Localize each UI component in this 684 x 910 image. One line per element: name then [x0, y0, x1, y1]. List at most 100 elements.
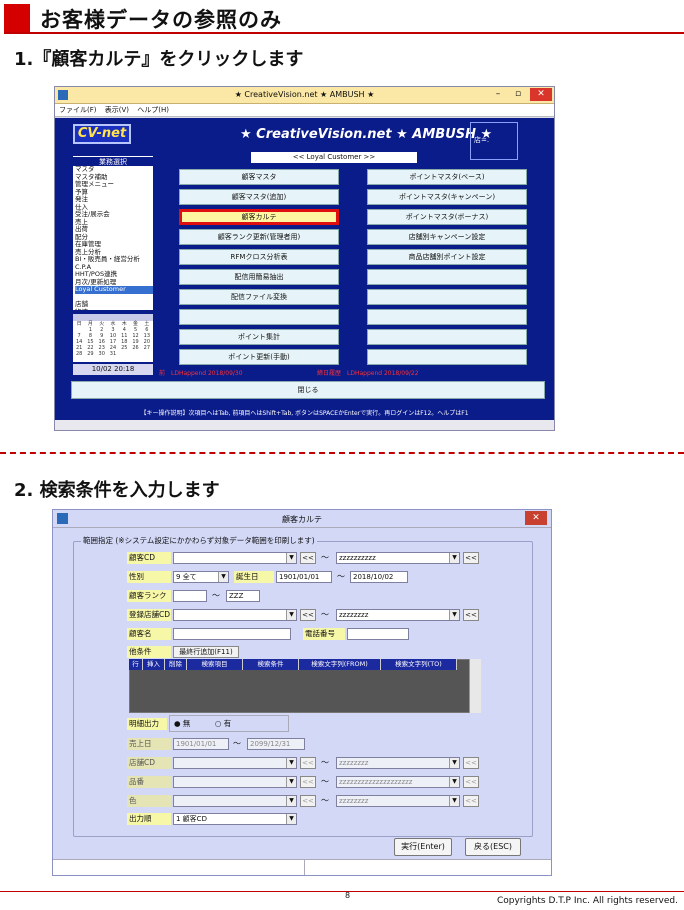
menu-button[interactable]: 店舗別キャンペーン設定 — [367, 229, 527, 245]
chevron-down-icon[interactable]: ▼ — [286, 814, 296, 824]
output-order-select[interactable]: 1 顧客CD — [173, 813, 297, 825]
side-menu-item[interactable]: Loyal Customer — [75, 285, 153, 294]
menu-button[interactable]: 顧客マスタ — [179, 169, 339, 185]
item-no-to-copy-button[interactable]: << — [463, 776, 479, 788]
menu-button[interactable]: 配信用簡易抽出 — [179, 269, 339, 285]
color-to[interactable]: zzzzzzzz — [336, 795, 460, 807]
store-cd-to-copy-button[interactable]: << — [463, 757, 479, 769]
reg-store-from[interactable] — [173, 609, 297, 621]
item-no-from[interactable] — [173, 776, 297, 788]
customer-chart-button[interactable]: 顧客カルテ — [179, 209, 339, 225]
calendar-day[interactable]: 29 — [85, 352, 95, 357]
customer-name-label: 顧客名 — [127, 628, 171, 640]
calendar-day[interactable] — [142, 352, 152, 357]
close-icon[interactable]: ✕ — [530, 88, 552, 101]
menu-button[interactable] — [367, 329, 527, 345]
menu-button[interactable]: 顧客マスタ(追加) — [179, 189, 339, 205]
menu-button[interactable]: ポイントマスタ(ボーナス) — [367, 209, 527, 225]
chevron-down-icon[interactable]: ▼ — [449, 553, 459, 563]
calendar-day[interactable] — [130, 352, 140, 357]
menu-button[interactable] — [179, 309, 339, 325]
calendar-day[interactable]: 27 — [142, 346, 152, 351]
reg-store-copy-button[interactable]: << — [300, 609, 316, 621]
customer-cd-to-copy-button[interactable]: << — [463, 552, 479, 564]
calendar-day[interactable] — [119, 352, 129, 357]
detail-output-yes-radio[interactable]: ○ 有 — [215, 719, 231, 728]
chevron-down-icon[interactable]: ▼ — [449, 796, 459, 806]
calendar-day[interactable]: 25 — [119, 346, 129, 351]
range-tilde: 〜 — [321, 553, 329, 562]
menu-button[interactable]: ポイント集計 — [179, 329, 339, 345]
customer-cd-from[interactable] — [173, 552, 297, 564]
menu-button[interactable]: 顧客ランク更新(管理者用) — [179, 229, 339, 245]
chevron-down-icon[interactable]: ▼ — [286, 553, 296, 563]
color-from[interactable] — [173, 795, 297, 807]
calendar-day[interactable]: 28 — [74, 352, 84, 357]
menu-button[interactable]: ポイント更新(手動) — [179, 349, 339, 365]
color-copy-button[interactable]: << — [300, 795, 316, 807]
menu-button[interactable]: RFMクロス分析表 — [179, 249, 339, 265]
main-menu-body: CV-net ★ CreativeVision.net ★ AMBUSH ★ 店… — [55, 118, 554, 420]
chevron-down-icon[interactable]: ▼ — [218, 572, 228, 582]
add-last-row-button[interactable]: 最終行追加(F11) — [173, 646, 239, 658]
menu-view[interactable]: 表示(V) — [105, 106, 129, 114]
back-button[interactable]: 戻る(ESC) — [465, 838, 521, 856]
reg-store-to[interactable]: zzzzzzzz — [336, 609, 460, 621]
item-no-copy-button[interactable]: << — [300, 776, 316, 788]
close-button[interactable]: 閉じる — [71, 381, 545, 399]
birthday-from[interactable]: 1901/01/01 — [276, 571, 332, 583]
menu-button[interactable]: 配信ファイル変換 — [179, 289, 339, 305]
birthday-to[interactable]: 2018/10/02 — [350, 571, 408, 583]
phone-input[interactable] — [347, 628, 409, 640]
store-cd-copy-button[interactable]: << — [300, 757, 316, 769]
item-no-to[interactable]: zzzzzzzzzzzzzzzzzzzz — [336, 776, 460, 788]
reg-store-to-copy-button[interactable]: << — [463, 609, 479, 621]
side-menu-item[interactable]: 物流 — [75, 308, 153, 310]
menu-button[interactable] — [367, 269, 527, 285]
menu-button[interactable] — [367, 289, 527, 305]
rank-from[interactable] — [173, 590, 207, 602]
chevron-down-icon[interactable]: ▼ — [449, 758, 459, 768]
menu-button[interactable] — [367, 309, 527, 325]
minimize-icon[interactable]: – — [490, 89, 506, 99]
sales-date-to[interactable]: 2099/12/31 — [247, 738, 305, 750]
main-menu-window: ★ CreativeVision.net ★ AMBUSH ★ – ▫ ✕ ファ… — [54, 86, 555, 431]
rank-to[interactable]: ZZZ — [226, 590, 260, 602]
menu-button[interactable]: ポイントマスタ(ベース) — [367, 169, 527, 185]
grid-scrollbar[interactable] — [469, 659, 481, 713]
store-cd-from[interactable] — [173, 757, 297, 769]
customer-name-input[interactable] — [173, 628, 291, 640]
sales-date-label: 売上日 — [127, 738, 171, 750]
calendar-day[interactable]: 30 — [97, 352, 107, 357]
chevron-down-icon[interactable]: ▼ — [286, 758, 296, 768]
brand-title: ★ CreativeVision.net ★ AMBUSH ★ — [240, 127, 493, 142]
range-tilde: 〜 — [212, 591, 220, 600]
detail-output-none-radio[interactable]: ● 無 — [174, 719, 190, 728]
chevron-down-icon[interactable]: ▼ — [449, 777, 459, 787]
color-to-copy-button[interactable]: << — [463, 795, 479, 807]
close-icon[interactable]: ✕ — [525, 511, 547, 525]
calendar-day[interactable]: 26 — [130, 346, 140, 351]
customer-cd-copy-button[interactable]: << — [300, 552, 316, 564]
customer-cd-label: 顧客CD — [127, 552, 171, 564]
key-hint-bar: 【キー操作説明】次項目へはTab, 前項目へはShift+Tab, ボタンはSP… — [55, 408, 554, 419]
store-cd-to[interactable]: zzzzzzzz — [336, 757, 460, 769]
customer-cd-to[interactable]: zzzzzzzzzz — [336, 552, 460, 564]
menu-button[interactable]: 商品店舗別ポイント設定 — [367, 249, 527, 265]
menu-help[interactable]: ヘルプ(H) — [137, 106, 169, 114]
maximize-icon[interactable]: ▫ — [510, 89, 526, 99]
title-marker — [4, 4, 30, 32]
chevron-down-icon[interactable]: ▼ — [286, 796, 296, 806]
cv-net-logo: CV-net — [73, 124, 131, 144]
menu-button[interactable] — [367, 349, 527, 365]
store-box: 店=. — [470, 122, 518, 160]
menu-button[interactable]: ポイントマスタ(キャンペーン) — [367, 189, 527, 205]
sales-date-from[interactable]: 1901/01/01 — [173, 738, 229, 750]
chevron-down-icon[interactable]: ▼ — [286, 777, 296, 787]
calendar-day[interactable]: 31 — [108, 352, 118, 357]
menu-file[interactable]: ファイル(F) — [59, 106, 97, 114]
execute-button[interactable]: 実行(Enter) — [394, 838, 452, 856]
chevron-down-icon[interactable]: ▼ — [286, 610, 296, 620]
chevron-down-icon[interactable]: ▼ — [449, 610, 459, 620]
step1-heading: 1.『顧客カルテ』をクリックします — [14, 49, 304, 70]
